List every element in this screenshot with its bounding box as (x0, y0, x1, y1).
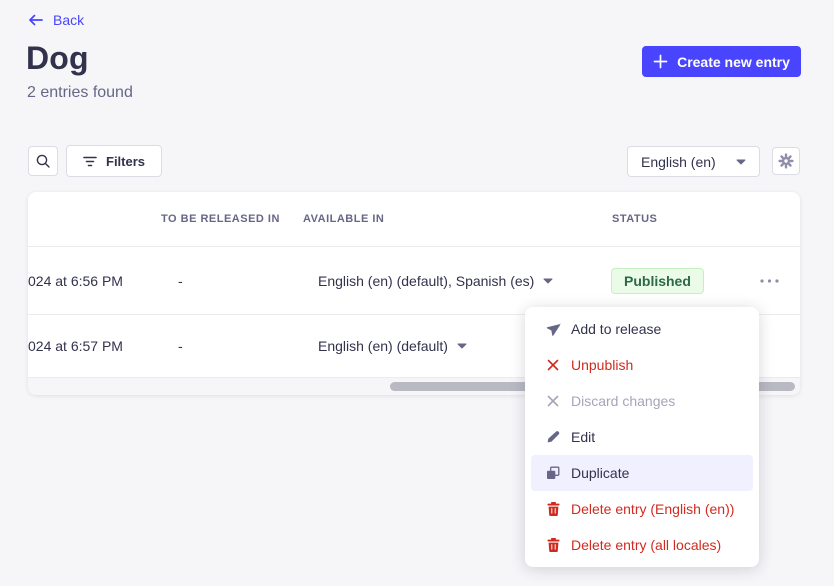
to-be-released-in-cell: - (178, 338, 183, 354)
caret-down-icon (457, 343, 467, 349)
table-row[interactable]: 024 at 6:56 PM - English (en) (default),… (28, 247, 800, 315)
paper-plane-icon (545, 322, 561, 337)
menu-item-edit[interactable]: Edit (531, 419, 753, 455)
plus-icon (653, 54, 668, 69)
back-label: Back (53, 12, 84, 28)
updated-at-cell: 024 at 6:56 PM (28, 273, 123, 289)
available-in-cell[interactable]: English (en) (default) (318, 338, 467, 354)
menu-item-delete-entry-all-locales[interactable]: Delete entry (all locales) (531, 527, 753, 563)
locale-selected-value: English (en) (641, 154, 716, 170)
column-header-available-in: AVAILABLE IN (303, 213, 384, 225)
create-new-entry-label: Create new entry (677, 54, 790, 70)
trash-icon (545, 538, 561, 552)
cross-icon (545, 395, 561, 407)
row-context-menu: Add to release Unpublish Discard changes… (525, 307, 759, 567)
ellipsis-icon (760, 279, 779, 283)
create-new-entry-button[interactable]: Create new entry (642, 46, 801, 77)
filter-icon (83, 156, 97, 167)
menu-item-label: Add to release (571, 321, 661, 337)
menu-item-add-to-release[interactable]: Add to release (531, 311, 753, 347)
to-be-released-in-cell: - (178, 273, 183, 289)
menu-item-label: Duplicate (571, 465, 629, 481)
trash-icon (545, 502, 561, 516)
back-link[interactable]: Back (28, 12, 84, 28)
row-actions-button[interactable] (756, 273, 783, 289)
table-header-row: TO BE RELEASED IN AVAILABLE IN STATUS (28, 192, 800, 247)
menu-item-label: Delete entry (English (en)) (571, 501, 734, 517)
status-badge: Published (611, 268, 704, 294)
search-button[interactable] (28, 146, 58, 176)
column-header-status: STATUS (612, 213, 657, 225)
settings-button[interactable] (772, 147, 800, 175)
entries-count: 2 entries found (27, 84, 133, 102)
caret-down-icon (543, 278, 553, 284)
available-in-cell[interactable]: English (en) (default), Spanish (es) (318, 273, 553, 289)
filters-button[interactable]: Filters (66, 145, 162, 177)
menu-item-label: Unpublish (571, 357, 633, 373)
menu-item-label: Edit (571, 429, 595, 445)
caret-down-icon (736, 159, 746, 165)
pencil-icon (545, 430, 561, 444)
menu-item-unpublish[interactable]: Unpublish (531, 347, 753, 383)
gear-icon (778, 153, 794, 169)
updated-at-cell: 024 at 6:57 PM (28, 338, 123, 354)
available-in-value: English (en) (default) (318, 338, 448, 354)
menu-item-delete-entry-locale[interactable]: Delete entry (English (en)) (531, 491, 753, 527)
column-header-to-be-released-in: TO BE RELEASED IN (161, 213, 280, 225)
menu-item-label: Delete entry (all locales) (571, 537, 721, 553)
menu-item-discard-changes[interactable]: Discard changes (531, 383, 753, 419)
search-icon (35, 153, 51, 169)
available-in-value: English (en) (default), Spanish (es) (318, 273, 534, 289)
filters-label: Filters (106, 154, 145, 169)
menu-item-duplicate[interactable]: Duplicate (531, 455, 753, 491)
page-title: Dog (26, 40, 89, 77)
cross-icon (545, 359, 561, 371)
menu-item-label: Discard changes (571, 393, 675, 409)
back-arrow-icon (28, 14, 43, 26)
locale-select[interactable]: English (en) (627, 146, 760, 177)
duplicate-icon (545, 466, 561, 480)
